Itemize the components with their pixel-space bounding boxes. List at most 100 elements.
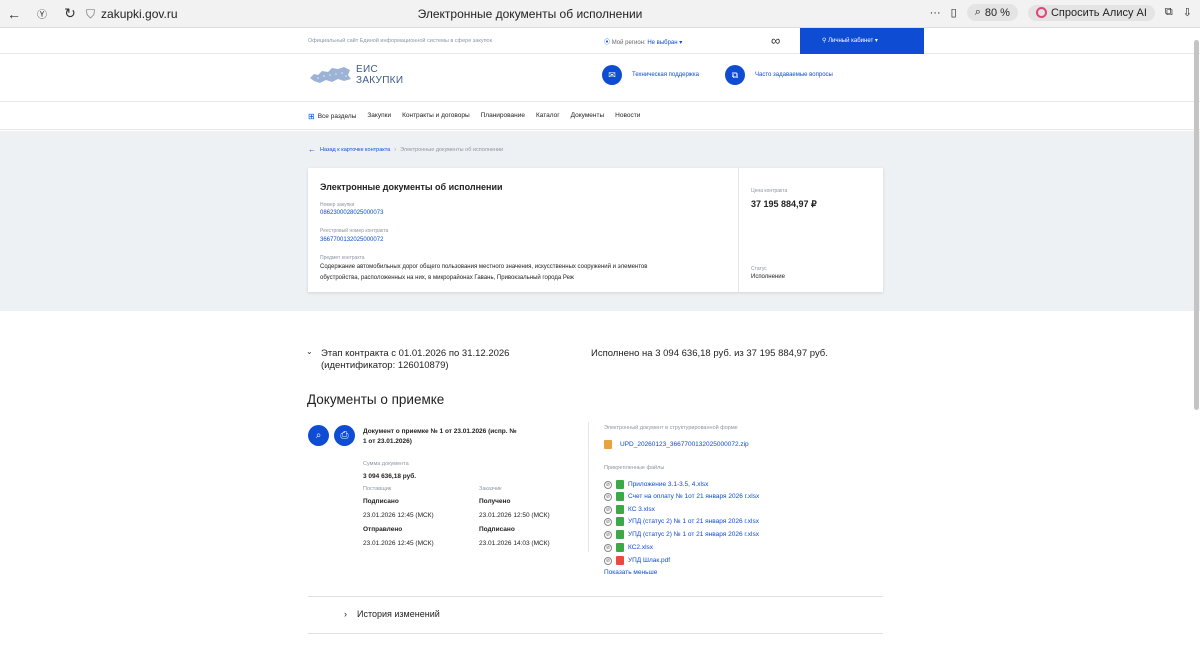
nav-item-planning[interactable]: Планирование <box>481 112 525 121</box>
show-less-link[interactable]: Показать меньше <box>604 567 657 578</box>
purchase-number-link[interactable]: 0862300028025000073 <box>320 210 383 216</box>
accessibility-glasses-icon[interactable]: ∞ <box>771 33 780 48</box>
alice-button[interactable]: Спросить Алису AI <box>1027 4 1155 21</box>
customer-received: Получено <box>479 498 511 505</box>
attached-file-row[interactable]: ⊘ КС2.xlsx <box>604 542 653 553</box>
price-label: Цена контракта <box>751 188 788 194</box>
attached-file-name: УПД (статус 2) № 1 от 21 января 2026 г.x… <box>628 518 759 525</box>
nav-all-sections[interactable]: ⊞ Все разделы <box>308 112 356 121</box>
nav-item-purchases[interactable]: Закупки <box>367 112 391 121</box>
customer-label: Заказчик <box>479 486 502 492</box>
nav-item-catalog[interactable]: Каталог <box>536 112 560 121</box>
search-button[interactable]: ⌕ <box>308 425 329 446</box>
supplier-signed-time: 23.01.2026 12:45 (МСК) <box>363 512 434 519</box>
support-link[interactable]: ✉ Техническая поддержка <box>602 65 699 85</box>
extensions-icon[interactable]: ⧉ <box>1165 6 1173 19</box>
doc-title-line2: 1 от 23.01.2026) <box>363 437 412 445</box>
nav-item-documents[interactable]: Документы <box>571 112 605 121</box>
structured-file-link[interactable]: UPD_20260123_3667700132025000072.zip <box>604 439 749 450</box>
executed-amount: Исполнено на 3 094 636,18 руб. из 37 195… <box>591 348 828 359</box>
search-icon: ⌕ <box>315 430 322 441</box>
attached-file-name: КС2.xlsx <box>628 544 654 551</box>
structured-file-name: UPD_20260123_3667700132025000072.zip <box>620 441 749 448</box>
stage-info[interactable]: Этап контракта с 01.01.2026 по 31.12.202… <box>321 348 509 372</box>
price-value: 37 195 884,97 ₽ <box>751 199 817 209</box>
location-pin-icon: ⦿ <box>604 40 611 46</box>
page-title-tab: Электронные документы об исполнении <box>417 7 643 21</box>
alice-icon <box>1035 7 1047 18</box>
doc-title[interactable]: Документ о приемке № 1 от 23.01.2026 (ис… <box>363 427 543 446</box>
attached-file-name: УПД Шлак.pdf <box>628 557 671 564</box>
logo-line2: ЗАКУПКИ <box>356 75 404 86</box>
show-less-label: Показать меньше <box>604 569 658 576</box>
contract-card: Электронные документы об исполнении Номе… <box>308 168 883 292</box>
supplier-sent: Отправлено <box>363 526 403 533</box>
xlsx-file-icon <box>616 530 624 539</box>
mail-icon: ✉ <box>602 65 622 85</box>
purchase-number-label: Номер закупки <box>320 202 355 208</box>
breadcrumb-back-link[interactable]: Назад к карточке контракта <box>320 147 390 153</box>
main-nav: ⊞ Все разделы Закупки Контракты и догово… <box>0 102 1200 130</box>
xlsx-file-icon <box>616 505 624 514</box>
bookmark-icon[interactable]: ▯ <box>951 6 957 19</box>
stage-line1: Этап контракта с 01.01.2026 по 31.12.202… <box>321 348 510 359</box>
chevron-down-icon: ▾ <box>679 40 683 46</box>
print-button[interactable]: ⎙ <box>334 425 355 446</box>
zoom-indicator[interactable]: ⌕ 80 % <box>966 4 1018 21</box>
supplier-sent-time: 23.01.2026 12:45 (МСК) <box>363 540 434 547</box>
section-title: Документы о приемке <box>307 392 445 407</box>
history-toggle[interactable]: › История изменений <box>344 609 440 619</box>
chevron-down-icon[interactable]: ⌄ <box>306 347 313 356</box>
nav-item-contracts[interactable]: Контракты и договоры <box>402 112 470 121</box>
xlsx-file-icon <box>616 480 624 489</box>
breadcrumb-current: Электронные документы об исполнении <box>400 146 504 153</box>
nav-all-label: Все разделы <box>317 113 357 120</box>
nav-item-news[interactable]: Новости <box>615 112 640 121</box>
signature-icon: ⊘ <box>604 530 612 539</box>
registry-number-link[interactable]: 3667700132025000072 <box>320 237 383 243</box>
attached-file-row[interactable]: ⊘ УПД (статус 2) № 1 от 21 января 2026 г… <box>604 516 759 527</box>
attached-file-row[interactable]: ⊘ УПД Шлак.pdf <box>604 555 670 566</box>
scrollbar-thumb[interactable] <box>1194 40 1199 410</box>
subject-line1: Содержание автомобильных дорог общего по… <box>320 264 648 270</box>
attached-file-row[interactable]: ⊘ УПД (статус 2) № 1 от 21 января 2026 г… <box>604 529 759 540</box>
customer-signed: Подписано <box>479 526 515 533</box>
history-label: История изменений <box>357 609 440 619</box>
supplier-label: Поставщик <box>363 486 392 492</box>
subject-line2: обустройства, расположенных на них, в ми… <box>320 275 574 281</box>
attached-files-label: Прикрепленные файлы <box>604 465 665 471</box>
signature-icon: ⊘ <box>604 505 612 514</box>
russia-map-icon <box>310 67 351 83</box>
card-divider <box>738 168 739 292</box>
more-icon[interactable]: ··· <box>930 7 941 19</box>
user-icon: ⚲ <box>822 38 827 44</box>
download-icon[interactable]: ⇩ <box>1183 6 1192 19</box>
doc-title-line1: Документ о приемке № 1 от 23.01.2026 (ис… <box>363 428 517 435</box>
region-selector[interactable]: ⦿ Мой регион: Не выбран ▾ <box>604 37 682 46</box>
cabinet-label: Личный кабинет <box>828 38 874 44</box>
signature-icon: ⊘ <box>604 543 612 552</box>
divider <box>308 633 883 634</box>
sum-label: Сумма документа <box>363 461 409 467</box>
signature-icon: ⊘ <box>604 492 612 501</box>
supplier-signed: Подписано <box>363 498 399 505</box>
status-value: Исполнение <box>751 274 785 280</box>
signature-icon: ⊘ <box>604 517 612 526</box>
site-header: ЕИС ЗАКУПКИ ✉ Техническая поддержка ⧉ Ча… <box>0 54 1200 102</box>
faq-label: Часто задаваемые вопросы <box>755 72 833 78</box>
attached-file-name: Приложение 3.1-3.5, 4.xlsx <box>628 481 709 488</box>
attached-file-name: УПД (статус 2) № 1 от 21 января 2026 г.x… <box>628 531 759 538</box>
arrow-left-icon[interactable]: ← <box>308 145 316 154</box>
eis-logo[interactable]: ЕИС ЗАКУПКИ <box>308 64 403 86</box>
support-label: Техническая поддержка <box>632 72 699 78</box>
attached-file-row[interactable]: ⊘ Счет на оплату № 1от 21 января 2026 г.… <box>604 491 759 502</box>
browser-toolbar: ← Ⓨ ↻ ⛉ zakupki.gov.ru Электронные докум… <box>0 0 1200 28</box>
attached-file-row[interactable]: ⊘ Приложение 3.1-3.5, 4.xlsx <box>604 479 708 490</box>
scrollbar[interactable] <box>1194 30 1199 648</box>
attached-file-row[interactable]: ⊘ КС 3.xlsx <box>604 504 655 515</box>
attached-file-name: Счет на оплату № 1от 21 января 2026 г.xl… <box>628 493 760 500</box>
faq-link[interactable]: ⧉ Часто задаваемые вопросы <box>725 65 833 85</box>
structured-doc-label: Электронный документ в структурированной… <box>604 425 738 431</box>
attached-file-name: КС 3.xlsx <box>628 506 655 513</box>
personal-cabinet-button[interactable]: ⚲ Личный кабинет ▾ <box>800 28 924 54</box>
